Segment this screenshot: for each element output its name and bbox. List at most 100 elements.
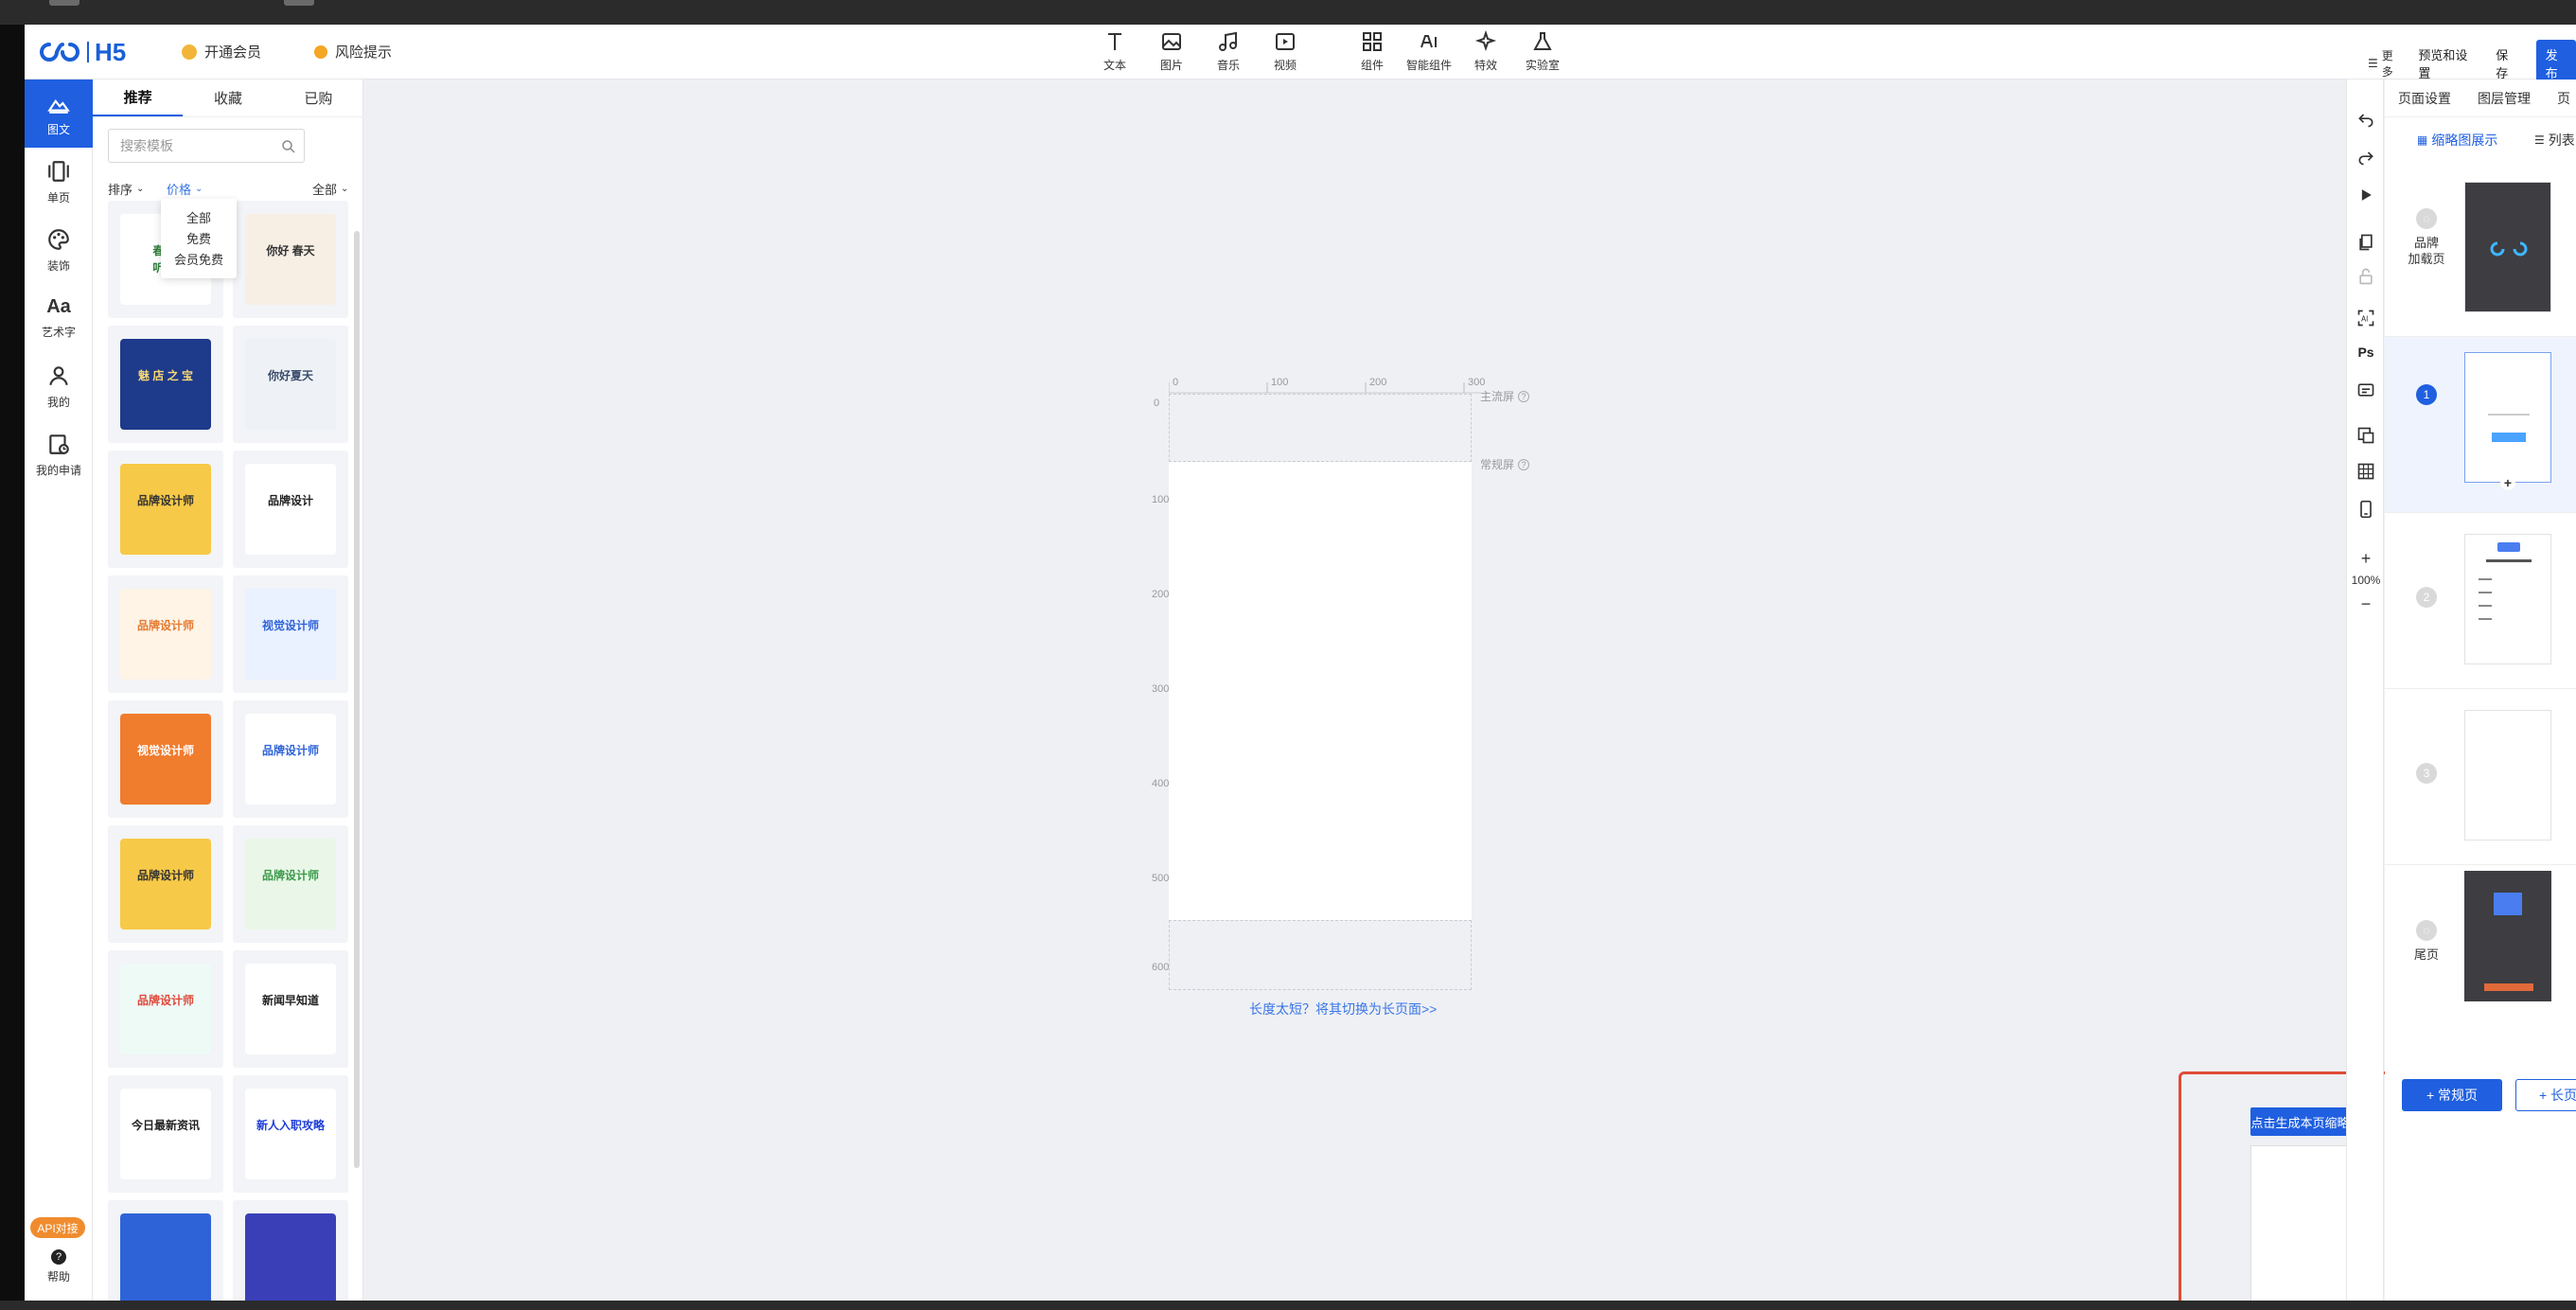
template-thumbnail: 你好夏天 <box>245 339 336 430</box>
plus-icon: + <box>2360 548 2372 568</box>
chevron-down-icon: ⌄ <box>341 184 349 194</box>
template-card[interactable]: 品牌设计 <box>233 451 348 568</box>
price-option-free[interactable]: 免费 <box>161 227 237 248</box>
tool-video[interactable]: 视频 <box>1257 30 1314 73</box>
redo-button[interactable] <box>2355 146 2377 168</box>
tool-component[interactable]: 组件 <box>1344 30 1401 73</box>
tab-pages[interactable]: 页 <box>2544 80 2576 116</box>
risk-tip-button[interactable]: 风险提示 <box>314 42 392 62</box>
loading-logo-icon <box>2490 241 2528 257</box>
info-icon[interactable]: ? <box>1518 458 1530 470</box>
switch-long-page-link[interactable]: 长度太短？将其切换为长页面>> <box>1249 1000 1437 1018</box>
grid-icon <box>2357 463 2374 480</box>
template-card[interactable]: 新人入职攻略 <box>233 1075 348 1193</box>
tool-lab[interactable]: 实验室 <box>1514 30 1571 73</box>
page-row-end[interactable]: ◌ 尾页 <box>2385 865 2576 1041</box>
app-logo[interactable]: H5 <box>38 38 126 66</box>
lock-button[interactable] <box>2355 265 2377 288</box>
system-title-bar <box>0 0 2576 25</box>
template-card[interactable]: 品牌设计师 <box>108 451 223 568</box>
template-card[interactable]: 品牌设计师 <box>108 825 223 943</box>
template-thumbnail: 品牌设计师 <box>245 839 336 929</box>
template-title: 品牌设计师 <box>136 869 194 882</box>
ai-image-button[interactable]: AI <box>2355 307 2377 329</box>
page-row-2[interactable]: 2 <box>2385 513 2576 689</box>
tool-effects[interactable]: 特效 <box>1457 30 1514 73</box>
zoom-in-button[interactable]: + <box>2355 547 2377 570</box>
template-card[interactable]: 魅 店 之 宝 <box>108 326 223 443</box>
undo-button[interactable] <box>2355 108 2377 131</box>
copy-page-button[interactable] <box>2355 231 2377 254</box>
nav-item-my-application[interactable]: 我的申请 <box>25 420 93 488</box>
template-card[interactable]: 你好 春天 <box>233 201 348 318</box>
tab-page-settings[interactable]: 页面设置 <box>2385 80 2464 116</box>
vip-button[interactable]: 开通会员 <box>182 42 261 62</box>
logo-text: H5 <box>95 37 127 66</box>
page-row-1[interactable]: 1 + <box>2385 337 2576 513</box>
template-card[interactable]: 品牌设计师 <box>233 700 348 818</box>
page-row-loading[interactable]: ◌ 品牌 加载页 <box>2385 161 2576 337</box>
template-card[interactable]: 今日最新资讯 <box>108 1075 223 1193</box>
ruler-tick-label: 0 <box>1173 377 1179 388</box>
tab-recommend[interactable]: 推荐 <box>93 80 184 116</box>
panel-scrollbar[interactable] <box>354 231 360 1168</box>
template-card[interactable]: 品牌设计师 <box>108 575 223 693</box>
template-card[interactable]: 视觉设计师 <box>233 575 348 693</box>
price-option-member-free[interactable]: 会员免费 <box>161 248 237 269</box>
tab-layer-management[interactable]: 图层管理 <box>2464 80 2544 116</box>
template-title: 品牌设计师 <box>261 744 319 757</box>
list-view-toggle[interactable]: ☰ 列表 <box>2534 131 2575 150</box>
tab-favorites[interactable]: 收藏 <box>183 80 273 116</box>
api-button[interactable]: API对接 <box>30 1217 85 1238</box>
template-card[interactable]: 品牌设计师 <box>108 950 223 1068</box>
template-card[interactable]: 品牌设计师 <box>233 825 348 943</box>
editor-app: H5 开通会员 风险提示 文本 图片 音乐 视频 组件 智能组件 特效 实验室 … <box>25 25 2576 1301</box>
page-row-3[interactable]: 3 <box>2385 689 2576 865</box>
zoom-out-button[interactable]: − <box>2355 593 2377 615</box>
image-swap-icon <box>2357 427 2374 444</box>
grid-button[interactable] <box>2355 460 2377 483</box>
more-button[interactable]: ☰ 更多 <box>2368 47 2399 80</box>
normal-screen-zone[interactable] <box>1169 462 1472 920</box>
thumbnail-view-toggle[interactable]: ▦ 缩略图展示 <box>2417 131 2497 150</box>
page-thumbnail <box>2464 710 2551 841</box>
info-icon[interactable]: ? <box>1518 390 1530 402</box>
search-icon[interactable] <box>280 138 297 155</box>
template-card[interactable]: 你好夏天 <box>233 326 348 443</box>
page-manager-panel: 页面设置 图层管理 页 ▦ 缩略图展示 ☰ 列表 ◌ 品牌 加载页 1 + 2 … <box>2385 80 2576 1301</box>
template-card[interactable] <box>233 1200 348 1301</box>
add-page-below-button[interactable]: + <box>2500 475 2515 490</box>
mobile-preview-button[interactable] <box>2355 498 2377 521</box>
nav-item-decoration[interactable]: 装饰 <box>25 216 93 284</box>
price-dropdown[interactable]: 价格 ⌄ <box>167 180 203 198</box>
template-card[interactable]: 新闻早知道 <box>233 950 348 1068</box>
add-normal-page-button[interactable]: + 常规页 <box>2402 1079 2502 1111</box>
tab-purchased[interactable]: 已购 <box>273 80 363 116</box>
tool-image[interactable]: 图片 <box>1143 30 1200 73</box>
all-dropdown[interactable]: 全部 ⌄ <box>312 180 348 198</box>
template-card[interactable] <box>108 1200 223 1301</box>
ruler-tick-label: 500 <box>1152 873 1170 884</box>
help-button[interactable]: ? 帮助 <box>25 1249 93 1284</box>
replace-image-button[interactable] <box>2355 424 2377 447</box>
tool-text[interactable]: 文本 <box>1086 30 1143 73</box>
palette-icon <box>48 228 69 250</box>
tool-music[interactable]: 音乐 <box>1200 30 1257 73</box>
tool-smart-component[interactable]: 智能组件 <box>1401 30 1457 73</box>
page-canvas[interactable] <box>1169 394 1472 990</box>
play-button[interactable] <box>2355 184 2377 206</box>
tool-label: 组件 <box>1360 59 1384 72</box>
tool-label: 智能组件 <box>1405 59 1452 72</box>
window-control-icon <box>284 0 314 6</box>
nav-item-graphic[interactable]: 图文 <box>25 80 93 148</box>
sort-dropdown[interactable]: 排序 ⌄ <box>108 180 144 198</box>
template-card[interactable]: 视觉设计师 <box>108 700 223 818</box>
subtitle-button[interactable] <box>2355 379 2377 401</box>
nav-item-mine[interactable]: 我的 <box>25 352 93 420</box>
nav-item-art-text[interactable]: Aa 艺术字 <box>25 284 93 352</box>
ps-button[interactable]: Ps <box>2355 341 2377 363</box>
price-option-all[interactable]: 全部 <box>161 206 237 227</box>
add-long-page-button[interactable]: + 长页 <box>2515 1079 2576 1111</box>
nav-item-single-page[interactable]: 单页 <box>25 148 93 216</box>
template-search-input[interactable] <box>108 129 305 163</box>
